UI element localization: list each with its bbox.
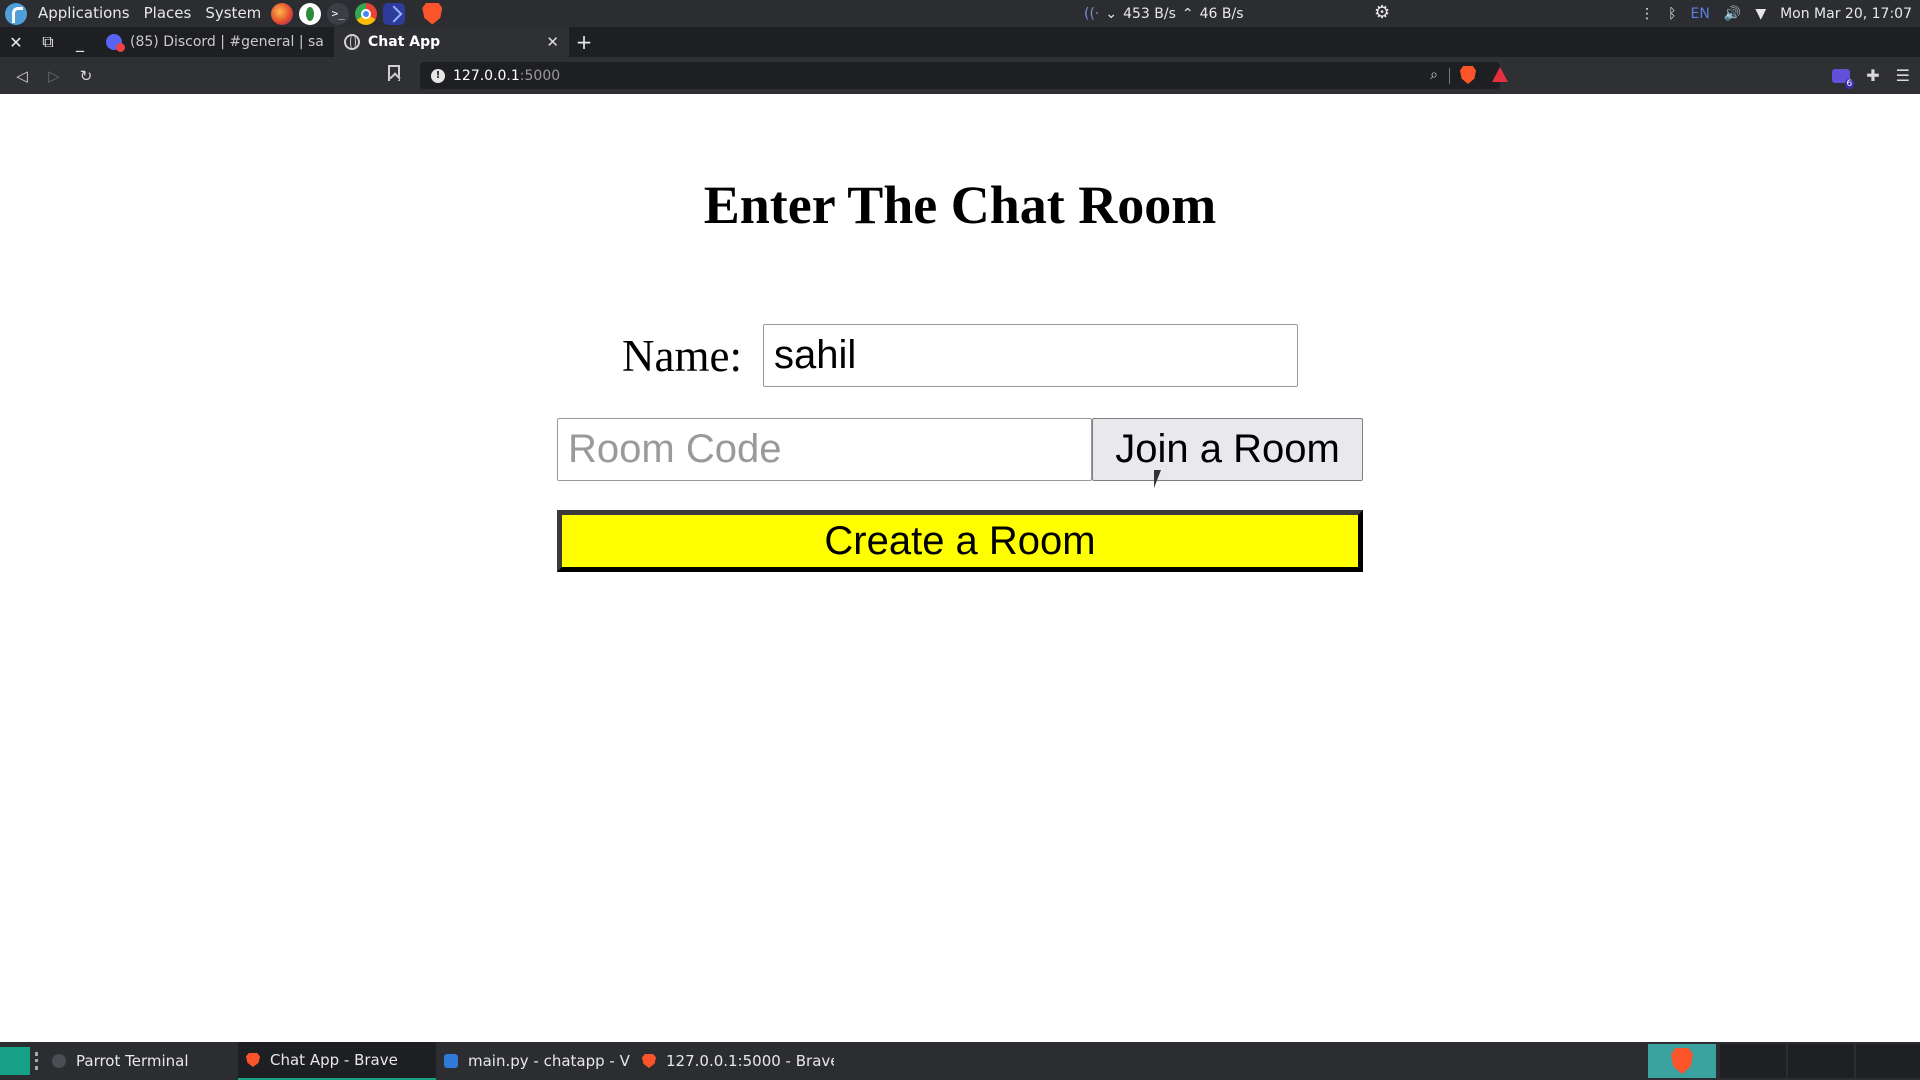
task-label: Parrot Terminal: [76, 1052, 189, 1070]
page-title: Enter The Chat Room: [703, 175, 1217, 235]
mouse-cursor-icon: [1154, 470, 1161, 488]
task-parrot-terminal[interactable]: Parrot Terminal: [44, 1042, 234, 1080]
menu-places[interactable]: Places: [137, 0, 199, 27]
tab-title: (85) Discord | #general | sahil: [130, 34, 324, 50]
window-minimize-icon[interactable]: _: [64, 33, 96, 52]
name-row: Name:: [622, 324, 1298, 388]
upload-arrow-icon: ⌃: [1181, 5, 1194, 22]
join-room-button[interactable]: Join a Room: [1092, 418, 1363, 481]
taskbar: Parrot Terminal Chat App - Brave main.py…: [0, 1042, 1920, 1080]
tab-content: Chat App: [344, 34, 440, 50]
task-chat-app-brave[interactable]: Chat App - Brave: [238, 1042, 436, 1080]
workspace-1-brave[interactable]: [1648, 1044, 1716, 1078]
keyboard-language[interactable]: EN: [1691, 6, 1710, 22]
zoom-icon[interactable]: ⌕: [1430, 67, 1438, 83]
task-localhost-brave[interactable]: 127.0.0.1:5000 - Brave: [634, 1042, 834, 1080]
globe-icon: [344, 34, 360, 50]
menu-system[interactable]: System: [198, 0, 268, 27]
menu-applications[interactable]: Applications: [31, 0, 137, 27]
net-down-value: 453 B/s: [1123, 5, 1176, 22]
tray-menu-icon[interactable]: ⋮: [1640, 6, 1654, 22]
vscode-icon: [444, 1054, 458, 1068]
network-activity-icon: ((·: [1084, 5, 1100, 22]
task-vscode[interactable]: main.py - chatapp - Vis...: [436, 1042, 630, 1080]
brave-shields-icon[interactable]: [1460, 66, 1476, 84]
taskbar-handle-icon[interactable]: [35, 1052, 42, 1070]
firefox-launcher-icon[interactable]: [271, 2, 294, 25]
show-desktop-button[interactable]: [0, 1047, 30, 1075]
hamburger-menu-icon[interactable]: ☰: [1896, 66, 1910, 85]
system-panel: Applications Places System >_ ((· ⌄ 453 …: [0, 0, 1920, 27]
task-label: Chat App - Brave: [270, 1051, 398, 1069]
tab-chat-app[interactable]: Chat App ✕: [334, 27, 569, 57]
window-restore-icon[interactable]: ⧉: [32, 32, 64, 52]
back-arrow-icon[interactable]: ◁: [6, 67, 38, 85]
terminal-icon: [52, 1054, 66, 1068]
brave-icon: [642, 1054, 656, 1068]
bookmark-icon[interactable]: [388, 65, 400, 81]
download-arrow-icon: ⌄: [1105, 5, 1118, 22]
wifi-icon[interactable]: ▼: [1755, 6, 1766, 22]
page-viewport: Enter The Chat Room Name: Join a Room Cr…: [0, 94, 1920, 1042]
workspace-2[interactable]: [1720, 1044, 1786, 1078]
vscode-launcher-icon[interactable]: [383, 2, 406, 25]
files-launcher-icon[interactable]: [299, 2, 322, 25]
workspace-3[interactable]: [1788, 1044, 1854, 1078]
extension-icon[interactable]: 6: [1832, 68, 1855, 89]
puzzle-extensions-icon[interactable]: ✚: [1866, 66, 1879, 85]
brave-icon: [246, 1053, 260, 1067]
bluetooth-icon[interactable]: ᛒ: [1668, 6, 1676, 22]
brave-icon: [1671, 1048, 1693, 1074]
address-bar[interactable]: ! 127.0.0.1 :5000 ⌕: [420, 62, 1508, 89]
new-tab-button[interactable]: +: [569, 30, 599, 54]
room-code-input[interactable]: [557, 418, 1092, 481]
terminal-launcher-icon[interactable]: >_: [327, 2, 350, 25]
brave-rewards-icon[interactable]: [1492, 67, 1508, 82]
extension-badge-count: 6: [1844, 78, 1855, 89]
task-label: 127.0.0.1:5000 - Brave: [666, 1052, 834, 1070]
site-info-icon[interactable]: !: [431, 68, 445, 83]
create-room-button[interactable]: Create a Room: [557, 510, 1363, 572]
browser-tab-strip: ✕ ⧉ _ (85) Discord | #general | sahil Ch…: [0, 27, 1920, 57]
network-monitor: ((· ⌄ 453 B/s ⌃ 46 B/s: [1084, 0, 1244, 27]
window-close-icon[interactable]: ✕: [0, 33, 32, 52]
name-input[interactable]: [763, 324, 1298, 387]
discord-icon: [106, 34, 125, 52]
chrome-launcher-icon[interactable]: [355, 2, 378, 25]
url-host: 127.0.0.1: [453, 67, 520, 84]
url-separator: [1449, 68, 1450, 84]
reload-icon[interactable]: ↻: [70, 67, 102, 85]
browser-toolbar: ◁ ▷ ↻ ! 127.0.0.1 :5000 ⌕ 6 ✚ ☰: [0, 57, 1920, 94]
volume-icon[interactable]: 🔊: [1724, 6, 1741, 22]
toolbar-right: 6 ✚ ☰: [1832, 57, 1910, 94]
tab-discord[interactable]: (85) Discord | #general | sahil: [96, 27, 334, 57]
task-label: main.py - chatapp - Vis...: [468, 1052, 630, 1070]
system-panel-left: Applications Places System >_: [0, 0, 443, 27]
net-up-value: 46 B/s: [1199, 5, 1244, 22]
clock[interactable]: Mon Mar 20, 17:07: [1780, 6, 1912, 22]
forward-arrow-icon[interactable]: ▷: [38, 67, 70, 85]
brave-launcher-icon[interactable]: [422, 2, 443, 25]
tab-title: Chat App: [368, 34, 441, 50]
parrot-logo-icon[interactable]: [5, 2, 27, 25]
settings-gear-icon[interactable]: ⚙: [1374, 2, 1390, 23]
name-label: Name:: [622, 331, 742, 381]
url-port: :5000: [519, 67, 561, 84]
system-tray: ⋮ ᛒ EN 🔊 ▼ Mon Mar 20, 17:07: [1640, 0, 1912, 27]
workspace-4[interactable]: [1856, 1044, 1920, 1078]
tab-close-icon[interactable]: ✕: [546, 33, 559, 51]
